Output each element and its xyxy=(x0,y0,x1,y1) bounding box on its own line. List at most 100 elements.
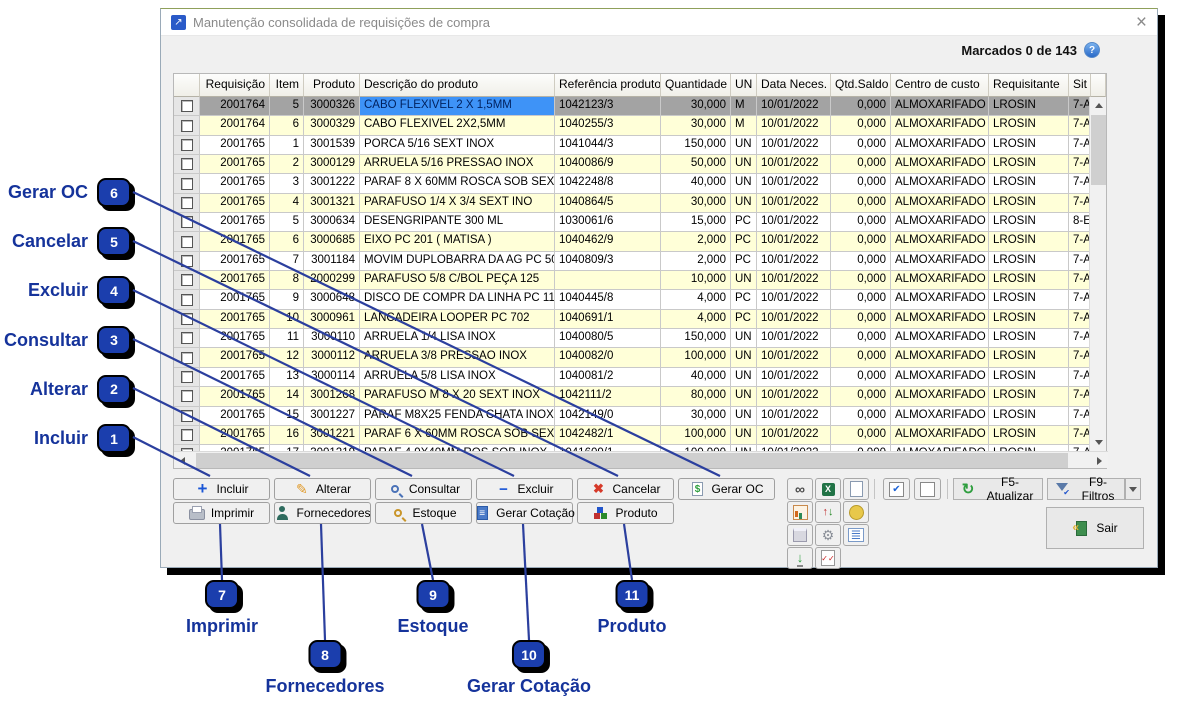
estoque-button[interactable]: Estoque xyxy=(375,502,472,524)
row-checkbox[interactable] xyxy=(181,294,193,306)
row-checkbox[interactable] xyxy=(181,139,193,151)
row-checkbox[interactable] xyxy=(181,390,193,402)
column-header-data_neces[interactable]: Data Neces. xyxy=(757,74,831,97)
edit-icon xyxy=(294,481,310,497)
row-checkbox[interactable] xyxy=(181,255,193,267)
scroll-down-icon[interactable] xyxy=(1090,434,1107,451)
box-button[interactable] xyxy=(787,524,813,546)
vertical-scrollbar[interactable] xyxy=(1089,97,1106,451)
cell-item: 4 xyxy=(270,194,304,213)
cell-centro_custo: ALMOXARIFADO xyxy=(891,348,989,367)
cell-requisicao: 2001764 xyxy=(200,116,270,135)
table-row[interactable]: 2001765153001227PARAF M8X25 FENDA CHATA … xyxy=(174,407,1091,426)
table-row[interactable]: 200176582000299PARAFUSO 5/8 C/BOL PEÇA 1… xyxy=(174,271,1091,290)
incluir-button[interactable]: Incluir xyxy=(173,478,270,500)
close-icon[interactable]: × xyxy=(1136,10,1147,35)
table-row[interactable]: 200176553000634DESENGRIPANTE 300 ML10300… xyxy=(174,213,1091,232)
column-header-produto[interactable]: Produto xyxy=(304,74,360,97)
sort-button[interactable] xyxy=(815,501,841,523)
table-row[interactable]: 200176533001222PARAF 8 X 60MM ROSCA SOB … xyxy=(174,174,1091,193)
table-row[interactable]: 200176513001539PORCA 5/16 SEXT INOX10410… xyxy=(174,136,1091,155)
excluir-button[interactable]: Excluir xyxy=(476,478,573,500)
column-header-item[interactable]: Item xyxy=(270,74,304,97)
fornecedores-button[interactable]: Fornecedores xyxy=(274,502,371,524)
f9-filters-button[interactable]: F9-Filtros xyxy=(1047,478,1125,500)
table-row[interactable]: 200176593000648DISCO DE COMPR DA LINHA P… xyxy=(174,290,1091,309)
table-row[interactable]: 200176563000685EIXO PC 201 ( MATISA )104… xyxy=(174,232,1091,251)
help-icon[interactable]: ? xyxy=(1084,42,1100,58)
row-checkbox[interactable] xyxy=(181,429,193,441)
cell-item: 9 xyxy=(270,290,304,309)
row-checkbox[interactable] xyxy=(181,410,193,422)
uncheck-all-button[interactable] xyxy=(914,478,941,500)
table-row[interactable]: 200176453000326CABO FLEXIVEL 2 X 1,5MM10… xyxy=(174,97,1091,116)
column-header-descricao[interactable]: Descrição do produto xyxy=(360,74,555,97)
scroll-up-icon[interactable] xyxy=(1090,97,1107,114)
table-row[interactable]: 2001765103000961LANCADEIRA LOOPER PC 702… xyxy=(174,310,1091,329)
scroll-left-icon[interactable] xyxy=(174,452,191,469)
row-checkbox[interactable] xyxy=(181,100,193,112)
palette-button[interactable] xyxy=(843,501,869,523)
consultar-button[interactable]: Consultar xyxy=(375,478,472,500)
column-header-qtd_saldo[interactable]: Qtd.Saldo xyxy=(831,74,891,97)
cell-descricao: ARRUELA 1/4 LISA INOX xyxy=(360,329,555,348)
row-checkbox[interactable] xyxy=(181,236,193,248)
column-header-un[interactable]: UN xyxy=(731,74,757,97)
column-header-requisicao[interactable]: Requisição xyxy=(200,74,270,97)
alterar-button[interactable]: Alterar xyxy=(274,478,371,500)
row-checkbox[interactable] xyxy=(181,178,193,190)
column-header-quantidade[interactable]: Quantidade xyxy=(661,74,731,97)
produto-button[interactable]: Produto xyxy=(577,502,674,524)
import-button[interactable] xyxy=(787,547,813,569)
row-checkbox[interactable] xyxy=(181,120,193,132)
gerar-oc-button[interactable]: Gerar OC xyxy=(678,478,775,500)
checklist-button[interactable] xyxy=(815,547,841,569)
table-row[interactable]: 2001765123000112ARRUELA 3/8 PRESSAO INOX… xyxy=(174,348,1091,367)
table-row[interactable]: 2001765163001221PARAF 6 X 60MM ROSCA SOB… xyxy=(174,426,1091,445)
cell-quantidade: 50,000 xyxy=(661,155,731,174)
cell-quantidade: 40,000 xyxy=(661,174,731,193)
horizontal-scroll-thumb[interactable] xyxy=(196,453,1068,468)
table-row[interactable]: 2001765133000114ARRUELA 5/8 LISA INOX104… xyxy=(174,368,1091,387)
binoculars-button[interactable] xyxy=(787,478,813,500)
column-header-requisitante[interactable]: Requisitante xyxy=(989,74,1069,97)
table-row[interactable]: 2001765143001268PARAFUSO M 8 X 20 SEXT I… xyxy=(174,387,1091,406)
filters-dropdown-button[interactable] xyxy=(1125,478,1141,500)
table-row[interactable]: 200176523000129ARRUELA 5/16 PRESSAO INOX… xyxy=(174,155,1091,174)
table-row[interactable]: 200176543001321PARAFUSO 1/4 X 3/4 SEXT I… xyxy=(174,194,1091,213)
horizontal-scrollbar[interactable] xyxy=(174,451,1108,468)
new-document-button[interactable] xyxy=(843,478,869,500)
row-checkbox[interactable] xyxy=(181,216,193,228)
column-header-referencia[interactable]: Referência produto xyxy=(555,74,661,97)
table-row[interactable]: 200176463000329CABO FLEXIVEL 2X2,5MM1040… xyxy=(174,116,1091,135)
row-checkbox[interactable] xyxy=(181,274,193,286)
check-all-button[interactable] xyxy=(883,478,910,500)
table-row[interactable]: 2001765113000110ARRUELA 1/4 LISA INOX104… xyxy=(174,329,1091,348)
row-checkbox[interactable] xyxy=(181,352,193,364)
callout-label: Estoque xyxy=(397,616,468,637)
list-details-button[interactable] xyxy=(843,524,869,546)
row-checkbox[interactable] xyxy=(181,332,193,344)
row-checkbox[interactable] xyxy=(181,371,193,383)
gerar-cotacao-button[interactable]: Gerar Cotação xyxy=(476,502,573,524)
scroll-right-icon[interactable] xyxy=(1091,452,1108,469)
column-header-sit[interactable]: Sit xyxy=(1069,74,1091,97)
excel-export-button[interactable] xyxy=(815,478,841,500)
table-row[interactable]: 200176573001184MOVIM DUPLOBARRA DA AG PC… xyxy=(174,252,1091,271)
column-header-centro_custo[interactable]: Centro de custo xyxy=(891,74,989,97)
row-checkbox[interactable] xyxy=(181,197,193,209)
cell-referencia: 1042123/3 xyxy=(555,97,661,116)
imprimir-button[interactable]: Imprimir xyxy=(173,502,270,524)
vertical-scroll-thumb[interactable] xyxy=(1091,115,1106,185)
cancelar-button[interactable]: Cancelar xyxy=(577,478,674,500)
column-header-cb[interactable] xyxy=(174,74,200,97)
cell-item: 16 xyxy=(270,426,304,445)
f5-refresh-button[interactable]: F5-Atualizar xyxy=(953,478,1043,500)
cell-sit: 7-A xyxy=(1069,174,1091,193)
row-checkbox[interactable] xyxy=(181,158,193,170)
cell-data_neces: 10/01/2022 xyxy=(757,97,831,116)
chart-button[interactable] xyxy=(787,501,813,523)
row-checkbox[interactable] xyxy=(181,313,193,325)
settings-button[interactable] xyxy=(815,524,841,546)
sair-button[interactable]: Sair xyxy=(1046,507,1144,549)
